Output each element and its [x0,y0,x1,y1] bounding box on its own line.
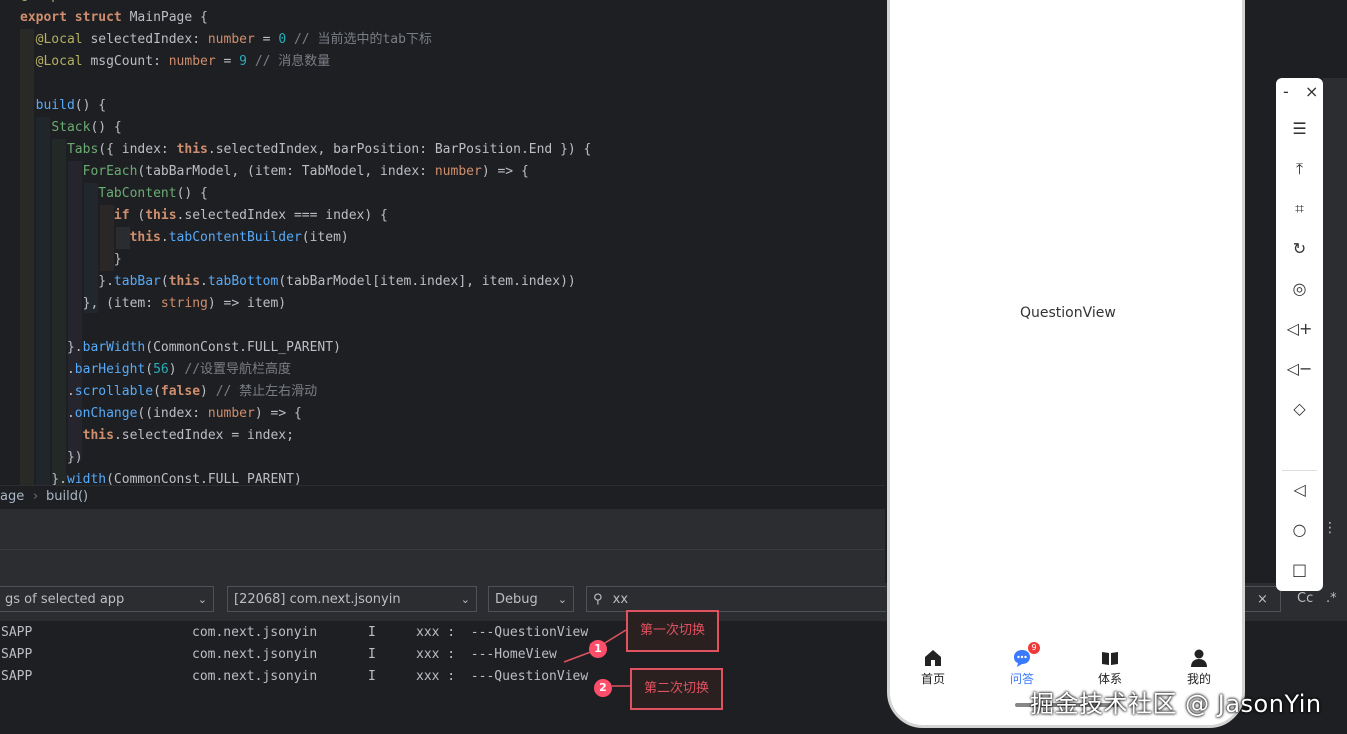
code-line: build() { [35,98,107,113]
code-line: }.width(CommonConst.FULL_PARENT) [20,472,302,485]
rotate-icon[interactable]: ↻ [1276,239,1323,258]
home-circle-icon[interactable]: ○ [1276,520,1323,539]
code-text: @ComponentV2 export struct MainPage { @Lo… [20,0,591,485]
log-panel-toolbar [0,549,885,584]
clear-search-button[interactable]: × [1245,586,1281,612]
code-line: }.barWidth(CommonConst.FULL_PARENT) [20,340,341,355]
search-icon: ⚲ [593,592,603,607]
code-line: ForEach(tabBarModel, (item: TabModel, in… [82,164,529,179]
match-case-toggle[interactable]: Cc [1297,591,1313,606]
pin-top-icon[interactable]: ⤒ [1276,159,1323,179]
code-line: .barHeight(56) //设置导航栏高度 [20,362,292,377]
phone-emulator[interactable] [887,0,1245,728]
search-value: xx [612,592,629,607]
code-line: Tabs({ index: this.selectedIndex, barPos… [66,142,592,157]
tab-home[interactable]: 首页 [893,640,973,687]
breadcrumb-method[interactable]: build() [46,489,88,504]
minimize-button[interactable]: - [1283,82,1289,101]
fold-icon[interactable]: ◇ [1276,399,1323,418]
volume-up-icon[interactable]: ◁+ [1276,319,1323,338]
code-line: this.tabContentBuilder(item) [129,230,349,245]
breadcrumb: age › build() [0,485,885,510]
close-button[interactable]: × [1305,82,1318,101]
code-line: @ComponentV2 [20,0,591,7]
emulator-toolbar: - × ☰ ⤒ ⌗ ↻ ◎ ◁+ ◁− ◇ ◁ ○ □ [1276,78,1323,591]
toolbar-divider [1282,470,1317,471]
watermark: 掘金技术社区 @ JasonYin [1030,690,1322,718]
person-icon [1191,649,1207,667]
breadcrumb-separator: › [33,489,39,504]
code-editor[interactable]: @ComponentV2 export struct MainPage { @Lo… [0,0,885,485]
log-package: com.next.jsonyin [192,625,318,640]
code-line: .scrollable(false) // 禁止左右滑动 [20,384,318,399]
log-message: xxx : ---HomeView [416,647,557,662]
second-switch-callout: 第二次切换 [630,668,723,710]
level-select[interactable]: Debug ⌄ [488,586,574,612]
code-line: @Local msgCount: number = 9 // 消息数量 [35,54,331,69]
tab-qa[interactable]: 问答 9 [982,640,1062,687]
book-icon [1102,652,1118,665]
more-options-icon[interactable]: ⋮ [1323,520,1337,536]
location-icon[interactable]: ◎ [1276,279,1323,298]
step-badge-2: 2 [594,679,612,697]
log-output[interactable]: SAPP com.next.jsonyin I xxx : ---Questio… [0,621,885,734]
tab-system[interactable]: 体系 [1070,640,1150,687]
step-badge-1: 1 [589,640,607,658]
process-select[interactable]: [22068] com.next.jsonyin ⌄ [227,586,477,612]
log-panel-header [0,509,885,549]
code-line: }) [20,450,83,465]
code-line: TabContent() { [98,186,208,201]
menu-icon[interactable]: ☰ [1276,119,1323,138]
code-line: this.selectedIndex = index; [82,428,294,443]
code-line: } [20,252,122,267]
volume-down-icon[interactable]: ◁− [1276,359,1323,378]
log-level: I [368,669,376,684]
app-filter-select[interactable]: gs of selected app ⌄ [0,586,214,612]
code-line: .onChange((index: number) => { [20,406,302,421]
app-filter-value: gs of selected app [5,592,125,607]
log-package: com.next.jsonyin [192,669,318,684]
log-tag: SAPP [1,625,33,640]
recents-icon[interactable]: □ [1276,560,1323,579]
log-level: I [368,625,376,640]
log-row: SAPP com.next.jsonyin I xxx : ---Questio… [0,622,885,644]
code-line: @Local selectedIndex: number = 0 // 当前选中… [35,32,432,47]
process-value: [22068] com.next.jsonyin [234,592,401,607]
home-icon [925,650,941,666]
log-tag: SAPP [1,647,33,662]
code-line: export struct MainPage { [20,10,208,25]
chevron-down-icon: ⌄ [460,593,470,606]
regex-toggle[interactable]: .* [1326,591,1337,606]
tab-home-label: 首页 [920,672,945,686]
log-level: I [368,647,376,662]
code-line: Stack() { [51,120,122,135]
right-panel-strip [1323,78,1347,588]
log-search-input[interactable]: ⚲ xx [586,586,886,612]
log-row: SAPP com.next.jsonyin I xxx : ---HomeVie… [0,644,885,666]
log-row: SAPP com.next.jsonyin I xxx : ---Questio… [0,666,885,688]
breadcrumb-page[interactable]: age [0,489,24,504]
message-count-badge: 9 [1028,642,1040,654]
question-view-text: QuestionView [1020,305,1116,321]
level-value: Debug [495,592,538,607]
back-icon[interactable]: ◁ [1276,480,1323,499]
log-tag: SAPP [1,669,33,684]
tab-mine[interactable]: 我的 [1159,640,1239,687]
code-line: }, (item: string) => item) [20,296,287,311]
log-package: com.next.jsonyin [192,647,318,662]
code-line: if (this.selectedIndex === index) { [113,208,388,223]
crop-icon[interactable]: ⌗ [1276,199,1323,219]
code-line: }.tabBar(this.tabBottom(tabBarModel[item… [20,274,576,289]
first-switch-callout: 第一次切换 [626,610,719,652]
chevron-down-icon: ⌄ [197,593,207,606]
